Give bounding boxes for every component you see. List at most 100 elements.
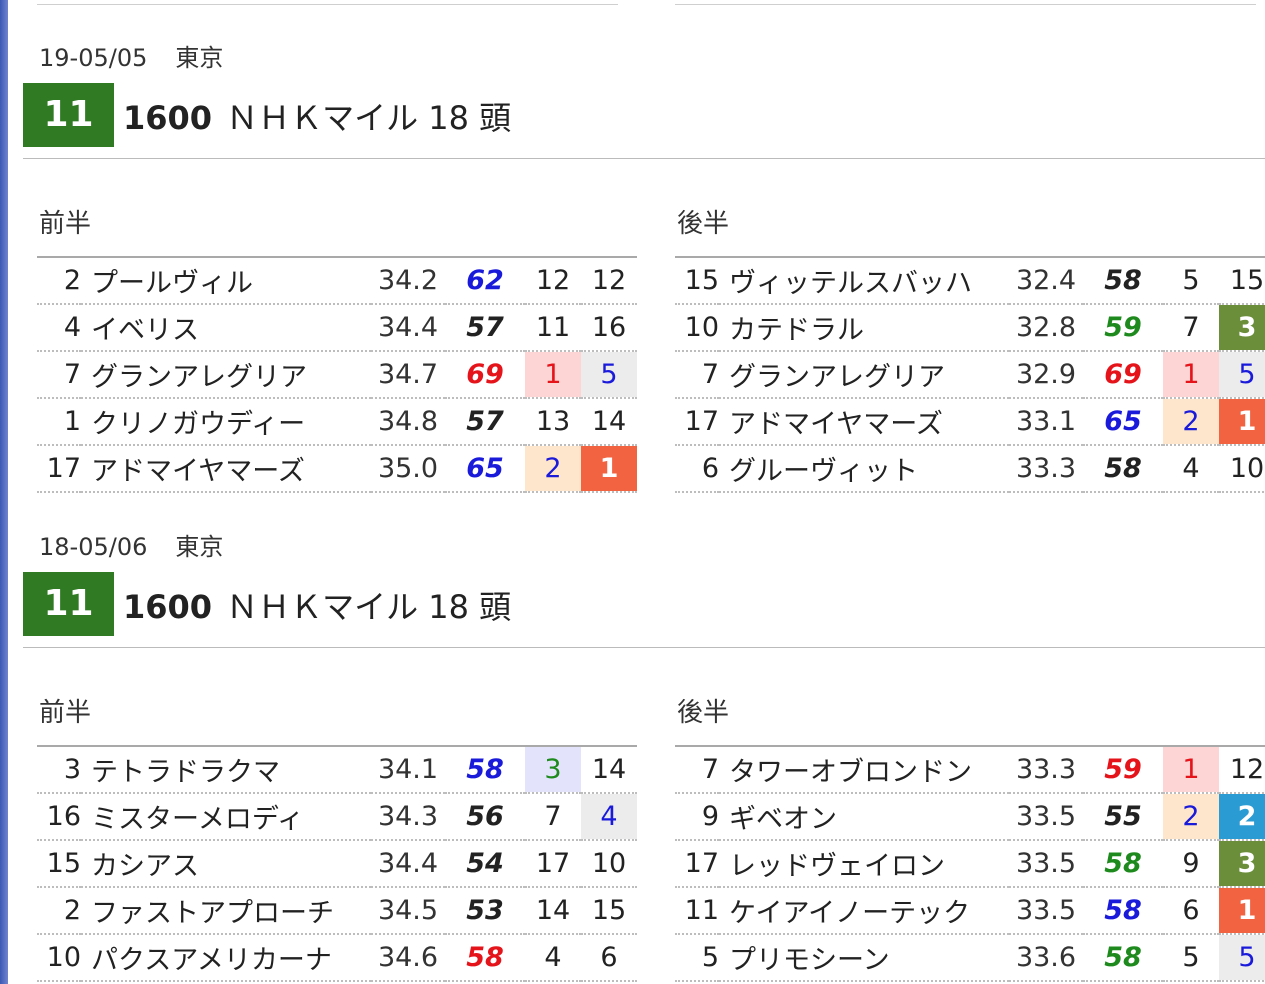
first-half-label: 前半 <box>39 209 92 239</box>
split-time: 33.5 <box>1009 840 1083 888</box>
position-rank: 4 <box>1163 445 1219 493</box>
split-time: 32.9 <box>1009 351 1083 399</box>
horse-name[interactable]: イベリス <box>81 304 371 352</box>
finish-rank: 14 <box>581 398 637 446</box>
position-rank: 2 <box>1163 793 1219 841</box>
race-number-badge[interactable]: 11 <box>23 83 114 147</box>
horse-name[interactable]: テトラドラクマ <box>81 746 371 794</box>
speed-index: 59 <box>1083 746 1163 794</box>
race-name: ＮＨＫマイル <box>226 588 419 626</box>
position-rank-value: 13 <box>535 406 571 437</box>
horse-name[interactable]: カシアス <box>81 840 371 888</box>
position-rank: 5 <box>1163 934 1219 982</box>
position-rank-value: 1 <box>1163 352 1219 396</box>
horse-name[interactable]: グランアレグリア <box>719 351 1009 399</box>
horse-number: 11 <box>675 887 719 935</box>
horse-row[interactable]: 15 カシアス 34.4 54 17 10 <box>37 840 637 888</box>
horse-number: 1 <box>37 398 81 446</box>
horse-row[interactable]: 9 ギベオン 33.5 55 2 2 <box>675 793 1265 841</box>
position-rank-value: 4 <box>1182 453 1200 484</box>
horse-row[interactable]: 17 アドマイヤマーズ 33.1 65 2 1 <box>675 398 1265 446</box>
race-title[interactable]: 1600 ＮＨＫマイル 18 頭 <box>123 93 511 139</box>
position-rank-value: 4 <box>544 942 562 973</box>
finish-rank-value: 16 <box>591 312 627 343</box>
speed-index: 55 <box>1083 793 1163 841</box>
race-date-line: 18-05/06 東京 <box>39 527 223 562</box>
horse-row[interactable]: 7 タワーオブロンドン 33.3 59 1 12 <box>675 746 1265 794</box>
first-half-label: 前半 <box>39 698 92 728</box>
horse-name[interactable]: プールヴィル <box>81 257 371 305</box>
race-runners: 18 頭 <box>428 99 512 137</box>
horse-row[interactable]: 3 テトラドラクマ 34.1 58 3 14 <box>37 746 637 794</box>
horse-number: 17 <box>675 840 719 888</box>
horse-row[interactable]: 17 レッドヴェイロン 33.5 58 9 3 <box>675 840 1265 888</box>
horse-name[interactable]: クリノガウディー <box>81 398 371 446</box>
finish-rank: 5 <box>581 351 637 399</box>
horse-name[interactable]: ミスターメロディ <box>81 793 371 841</box>
horse-name[interactable]: アドマイヤマーズ <box>719 398 1009 446</box>
position-rank: 3 <box>525 746 581 794</box>
horse-name[interactable]: カテドラル <box>719 304 1009 352</box>
horse-number: 10 <box>675 304 719 352</box>
finish-rank: 1 <box>1219 887 1265 935</box>
horse-number: 2 <box>37 257 81 305</box>
horse-row[interactable]: 10 パクスアメリカーナ 34.6 58 4 6 <box>37 934 637 982</box>
finish-rank-value: 12 <box>591 265 627 296</box>
split-time: 34.4 <box>371 840 445 888</box>
finish-rank: 1 <box>581 445 637 493</box>
race-title[interactable]: 1600 ＮＨＫマイル 18 頭 <box>123 582 511 628</box>
horse-row[interactable]: 5 プリモシーン 33.6 58 5 5 <box>675 934 1265 982</box>
split-time: 33.3 <box>1009 746 1083 794</box>
horse-row[interactable]: 10 カテドラル 32.8 59 7 3 <box>675 304 1265 352</box>
horse-name[interactable]: グルーヴィット <box>719 445 1009 493</box>
position-rank: 11 <box>525 304 581 352</box>
split-time: 34.1 <box>371 746 445 794</box>
horse-row[interactable]: 15 ヴィッテルスバッハ 32.4 58 5 15 <box>675 257 1265 305</box>
finish-rank-value: 1 <box>1219 888 1265 932</box>
horse-name[interactable]: ギベオン <box>719 793 1009 841</box>
position-rank-value: 3 <box>525 747 581 791</box>
horse-row[interactable]: 2 プールヴィル 34.2 62 12 12 <box>37 257 637 305</box>
horse-row[interactable]: 7 グランアレグリア 32.9 69 1 5 <box>675 351 1265 399</box>
horse-number: 9 <box>675 793 719 841</box>
position-rank-value: 17 <box>535 848 571 879</box>
speed-index: 58 <box>1083 934 1163 982</box>
horse-name[interactable]: ファストアプローチ <box>81 887 371 935</box>
position-rank-value: 11 <box>535 312 571 343</box>
horse-name[interactable]: プリモシーン <box>719 934 1009 982</box>
horse-name[interactable]: ケイアイノーテック <box>719 887 1009 935</box>
horse-row[interactable]: 1 クリノガウディー 34.8 57 13 14 <box>37 398 637 446</box>
finish-rank: 12 <box>1219 746 1265 794</box>
race-venue: 東京 <box>175 533 224 561</box>
horse-row[interactable]: 16 ミスターメロディ 34.3 56 7 4 <box>37 793 637 841</box>
horse-name[interactable]: タワーオブロンドン <box>719 746 1009 794</box>
horse-row[interactable]: 11 ケイアイノーテック 33.5 58 6 1 <box>675 887 1265 935</box>
horse-row[interactable]: 7 グランアレグリア 34.7 69 1 5 <box>37 351 637 399</box>
position-rank-value: 2 <box>1163 399 1219 443</box>
horse-row[interactable]: 6 グルーヴィット 33.3 58 4 10 <box>675 445 1265 493</box>
horse-number: 5 <box>675 934 719 982</box>
horse-row[interactable]: 2 ファストアプローチ 34.5 53 14 15 <box>37 887 637 935</box>
horse-name[interactable]: レッドヴェイロン <box>719 840 1009 888</box>
position-rank-value: 2 <box>525 446 581 490</box>
race-number-badge[interactable]: 11 <box>23 572 114 636</box>
horse-name[interactable]: ヴィッテルスバッハ <box>719 257 1009 305</box>
race-distance: 1600 <box>123 588 213 626</box>
top-divider-right <box>675 0 1256 5</box>
finish-rank: 12 <box>581 257 637 305</box>
position-rank: 17 <box>525 840 581 888</box>
horse-row[interactable]: 4 イベリス 34.4 57 11 16 <box>37 304 637 352</box>
finish-rank: 14 <box>581 746 637 794</box>
position-rank: 1 <box>525 351 581 399</box>
split-time: 34.8 <box>371 398 445 446</box>
horse-name[interactable]: アドマイヤマーズ <box>81 445 371 493</box>
position-rank: 2 <box>525 445 581 493</box>
speed-index: 58 <box>1083 445 1163 493</box>
second-half-table: 15 ヴィッテルスバッハ 32.4 58 5 15 10 カテドラル 32.8 59 7 3 7 グランア… <box>675 256 1265 493</box>
position-rank: 7 <box>1163 304 1219 352</box>
speed-index: 57 <box>445 398 525 446</box>
horse-name[interactable]: グランアレグリア <box>81 351 371 399</box>
horse-row[interactable]: 17 アドマイヤマーズ 35.0 65 2 1 <box>37 445 637 493</box>
speed-index: 65 <box>445 445 525 493</box>
horse-name[interactable]: パクスアメリカーナ <box>81 934 371 982</box>
